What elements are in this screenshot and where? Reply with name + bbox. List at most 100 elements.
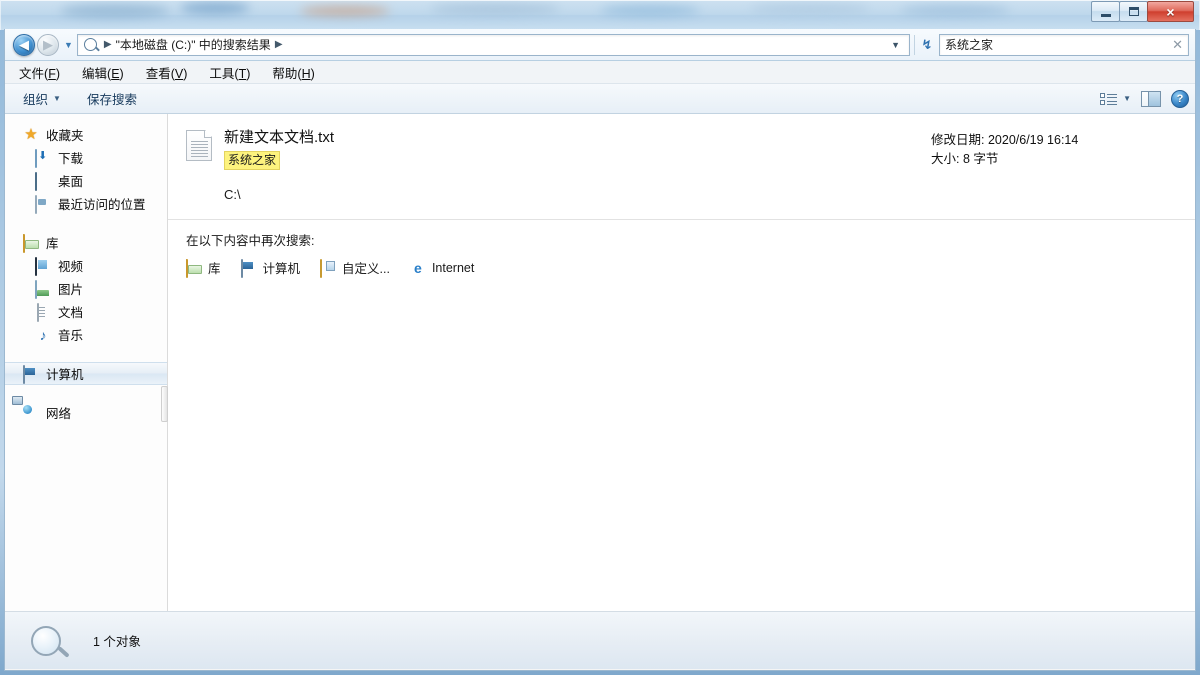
internet-explorer-icon: e [414, 259, 422, 276]
window-border [0, 0, 1200, 30]
toolbar-right-group: ▼ ? [1100, 89, 1189, 108]
breadcrumb[interactable]: "本地磁盘 (C:)" 中的搜索结果 [116, 36, 271, 53]
menu-accel: V [174, 66, 184, 81]
forward-arrow-icon: ▶ [43, 37, 53, 52]
computer-icon [23, 364, 39, 384]
computer-icon [240, 258, 257, 278]
file-metadata: 修改日期: 2020/6/19 16:14 大小: 8 字节 [931, 128, 1181, 202]
organize-button[interactable]: 组织 ▼ [23, 89, 61, 108]
chevron-down-icon: ▼ [53, 94, 61, 103]
option-label: 库 [208, 262, 221, 276]
breadcrumb-tail-chevron-icon[interactable]: ▶ [275, 39, 283, 50]
desktop-blur-wisp [60, 4, 170, 18]
search-again-option-custom[interactable]: 自定义... [320, 258, 390, 278]
clear-search-icon[interactable]: ✕ [1172, 37, 1183, 53]
videos-icon [35, 256, 51, 276]
modified-date-value: 2020/6/19 16:14 [987, 133, 1079, 147]
refresh-button[interactable]: ↯ [915, 37, 939, 53]
sidebar-item-label: 库 [46, 237, 59, 251]
history-dropdown-button[interactable]: ▼ [64, 40, 73, 50]
sidebar-item-desktop[interactable]: 桌面 [5, 169, 167, 192]
desktop-icon [35, 171, 51, 191]
sidebar-item-pictures[interactable]: 图片 [5, 277, 167, 300]
option-label: Internet [431, 260, 475, 275]
close-button[interactable]: × [1147, 1, 1194, 22]
search-magnifier-icon [83, 38, 97, 51]
organize-label: 组织 [23, 93, 49, 107]
search-again-option-computer[interactable]: 计算机 [240, 258, 301, 278]
menu-label: 查看 [145, 66, 171, 81]
minimize-button[interactable] [1091, 1, 1120, 22]
view-mode-chevron-down-icon[interactable]: ▼ [1123, 94, 1131, 103]
sidebar-item-downloads[interactable]: 下载 [5, 146, 167, 169]
star-icon: ★ [24, 125, 38, 143]
sidebar-item-label: 图片 [58, 283, 84, 297]
pictures-icon [35, 279, 51, 299]
menu-label: 文件 [19, 66, 45, 81]
view-mode-icon[interactable] [1100, 92, 1118, 106]
search-again-option-library[interactable]: 库 [186, 258, 221, 278]
address-input[interactable]: ▶ "本地磁盘 (C:)" 中的搜索结果 ▶ ▼ [76, 33, 910, 56]
sidebar-item-recent-places[interactable]: 最近访问的位置 [5, 192, 167, 215]
explorer-window: ◀ ▶ ▼ ▶ "本地磁盘 (C:)" 中的搜索结果 ▶ ▼ ↯ 系统之家 ✕ … [4, 29, 1196, 671]
sidebar-item-label: 音乐 [58, 329, 84, 343]
magnifier-icon [31, 625, 61, 656]
sidebar-item-computer[interactable]: 计算机 [5, 362, 167, 385]
recent-places-icon [35, 194, 51, 214]
desktop-blur-wisp [430, 3, 560, 15]
sidebar-item-label: 计算机 [46, 368, 84, 382]
maximize-button[interactable] [1119, 1, 1148, 22]
address-dropdown-button[interactable]: ▼ [886, 40, 905, 50]
file-path: C:\ [224, 187, 241, 202]
breadcrumb-separator-icon: ▶ [103, 39, 112, 50]
sidebar-group-favorites[interactable]: ★ 收藏夹 [5, 123, 167, 146]
text-file-icon [186, 130, 212, 161]
sidebar-item-label: 下载 [58, 152, 84, 166]
maximize-icon [1128, 7, 1139, 16]
back-arrow-icon: ◀ [19, 37, 29, 52]
menu-bar: 文件(F) 编辑(E) 查看(V) 工具(T) 帮助(H) [5, 61, 1195, 84]
menu-accel: T [238, 66, 247, 81]
sidebar-group-libraries[interactable]: 库 [5, 231, 167, 254]
search-input-value: 系统之家 [945, 38, 994, 52]
sidebar-item-network[interactable]: 网络 [5, 401, 167, 424]
modified-date-label: 修改日期: [931, 133, 985, 147]
sidebar-item-label: 网络 [46, 407, 72, 421]
menu-label: 编辑 [82, 66, 108, 81]
search-result-item[interactable]: 新建文本文档.txt 系统之家 C:\ 修改日期: 2020/6/19 16:1… [168, 128, 1195, 202]
explorer-body: ★ 收藏夹 下载 桌面 最近访问的位置 库 视频 [5, 114, 1195, 611]
sidebar-item-music[interactable]: ♪ 音乐 [5, 323, 167, 346]
menu-item-help[interactable]: 帮助(H) [272, 63, 314, 82]
preview-pane-button[interactable] [1141, 90, 1161, 107]
sidebar-item-videos[interactable]: 视频 [5, 254, 167, 277]
option-label: 计算机 [262, 262, 301, 276]
save-search-button[interactable]: 保存搜索 [87, 89, 137, 108]
window-title-bar[interactable]: × [0, 0, 1200, 30]
forward-button[interactable]: ▶ [37, 33, 59, 56]
search-again-options: 库 计算机 自定义... e Internet [186, 258, 1195, 278]
menu-item-file[interactable]: 文件(F) [19, 63, 60, 82]
sidebar-item-label: 文档 [58, 306, 84, 320]
menu-item-tools[interactable]: 工具(T) [209, 63, 250, 82]
back-button[interactable]: ◀ [13, 33, 35, 56]
documents-icon [35, 302, 51, 322]
menu-accel: F [48, 66, 56, 81]
sidebar-item-label: 收藏夹 [46, 129, 84, 143]
search-again-section: 在以下内容中再次搜索: 库 计算机 自定义... e Internet [168, 220, 1195, 278]
menu-item-view[interactable]: 查看(V) [146, 63, 188, 82]
music-icon: ♪ [39, 326, 47, 343]
save-search-label: 保存搜索 [86, 93, 137, 107]
library-icon [23, 233, 39, 253]
sidebar-item-documents[interactable]: 文档 [5, 300, 167, 323]
file-name[interactable]: 新建文本文档.txt [224, 128, 931, 147]
help-button[interactable]: ? [1171, 89, 1189, 108]
search-input[interactable]: 系统之家 ✕ [939, 33, 1189, 56]
search-again-option-internet[interactable]: e Internet [410, 260, 474, 276]
menu-item-edit[interactable]: 编辑(E) [82, 63, 124, 82]
downloads-icon [35, 148, 51, 168]
sidebar-scrollbar-thumb[interactable] [161, 386, 168, 422]
option-label: 自定义... [342, 262, 390, 276]
status-text: 1 个对象 [93, 635, 141, 649]
